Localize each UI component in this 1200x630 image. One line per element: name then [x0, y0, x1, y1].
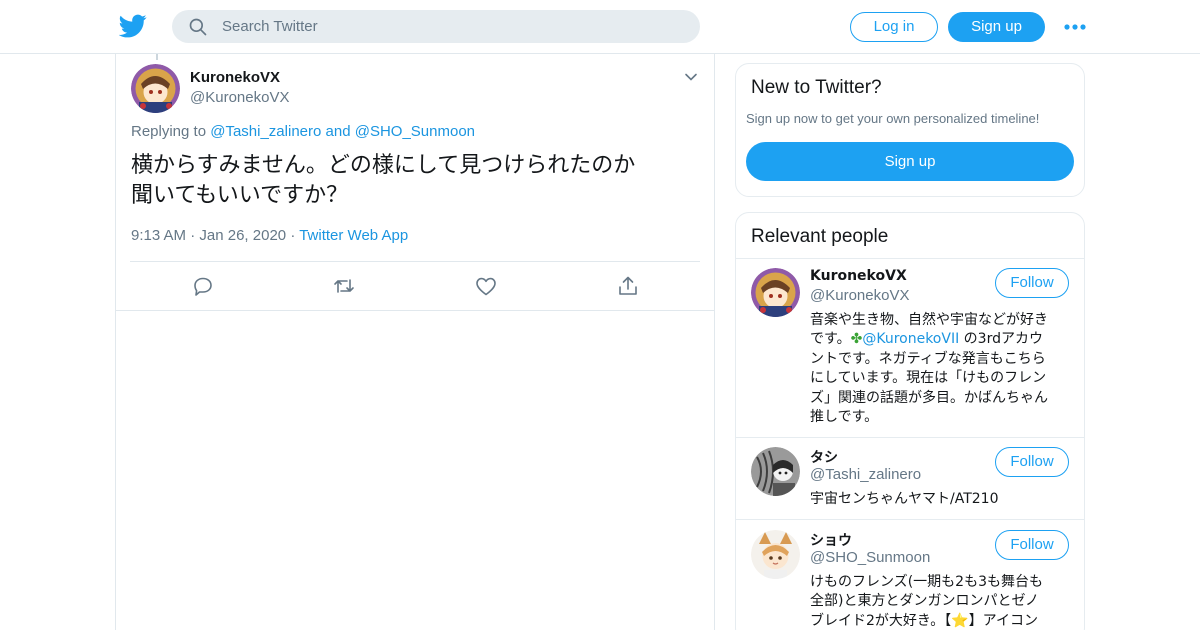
- divider: [736, 258, 1084, 259]
- like-icon[interactable]: [474, 274, 498, 298]
- follow-button[interactable]: Follow: [995, 268, 1069, 298]
- reply-mention-tashi[interactable]: @Tashi_zalinero: [210, 123, 321, 140]
- sidebar-signup-button[interactable]: Sign up: [746, 142, 1074, 181]
- tweet-text-line: 聞いてもいいですか？: [131, 183, 349, 208]
- tweet-text-line: 横からすみません。どの様にして見つけられたのか: [131, 153, 636, 178]
- twitter-bird-icon[interactable]: [119, 12, 147, 40]
- person-name[interactable]: タシ: [810, 447, 838, 467]
- chevron-down-icon[interactable]: [683, 69, 699, 85]
- bio-line: 推しです。: [810, 409, 879, 426]
- bio-line: けものフレンズ(一期も2も3も舞台も: [810, 574, 1043, 590]
- author-handle[interactable]: @KuronekoVX: [190, 89, 289, 106]
- search-box[interactable]: [172, 10, 700, 43]
- login-button[interactable]: Log in: [850, 12, 938, 42]
- tweet-source[interactable]: Twitter Web App: [299, 227, 408, 244]
- bio-line: ントです。ネガティブな発言もこちら: [810, 350, 1046, 367]
- follow-button[interactable]: Follow: [995, 530, 1069, 560]
- reply-icon[interactable]: [191, 274, 215, 298]
- avatar[interactable]: [751, 447, 800, 496]
- person-name[interactable]: KuronekoVX: [810, 268, 907, 284]
- bio-line: 音楽や生き物、自然や宇宙などが好き: [810, 312, 1048, 328]
- card-subtitle: Sign up now to get your own personalized…: [746, 111, 1040, 126]
- divider: [130, 261, 700, 262]
- relevant-people-card: Relevant people KuronekoVX @KuronekoVX F…: [735, 212, 1085, 630]
- avatar[interactable]: [751, 268, 800, 317]
- tweet-time[interactable]: 9:13 AM: [131, 227, 186, 244]
- avatar[interactable]: [131, 64, 180, 113]
- person-bio: 音楽や生き物、自然や宇宙などが好き です。✤@KuronekoVII の3rdア…: [810, 311, 1072, 427]
- tweet-date[interactable]: Jan 26, 2020: [199, 227, 286, 244]
- author-name[interactable]: KuronekoVX: [190, 69, 280, 86]
- replying-to: Replying to @Tashi_zalinero and @SHO_Sun…: [131, 123, 475, 140]
- bio-mention[interactable]: @KuronekoVII: [862, 331, 959, 347]
- more-dots-icon[interactable]: [1063, 15, 1087, 39]
- reply-and: and: [325, 123, 351, 140]
- bio-line: です。✤@KuronekoVII の3rdアカウ: [810, 330, 1072, 349]
- replying-prefix: Replying to: [131, 123, 207, 140]
- bio-line: ズ」関連の話題が多目。かばんちゃん: [810, 389, 1048, 406]
- main-column: KuronekoVX @KuronekoVX Replying to @Tash…: [115, 54, 715, 630]
- bio-line: にしています。現在は「けものフレン: [810, 370, 1047, 387]
- reply-mention-sho[interactable]: @SHO_Sunmoon: [355, 123, 475, 140]
- share-icon[interactable]: [616, 274, 640, 298]
- signup-button[interactable]: Sign up: [948, 12, 1045, 42]
- tweet-meta: 9:13 AM · Jan 26, 2020 · Twitter Web App: [131, 227, 408, 244]
- meta-separator: ·: [190, 227, 196, 244]
- follow-button[interactable]: Follow: [995, 447, 1069, 477]
- new-to-twitter-card: New to Twitter? Sign up now to get your …: [735, 63, 1085, 197]
- bio-line: 全部)と東方とダンガンロンパとゼノ: [810, 593, 1040, 610]
- person-bio: 宇宙センちゃんヤマト/AT210: [810, 490, 1072, 509]
- search-input[interactable]: [222, 10, 682, 43]
- card-title: New to Twitter?: [751, 77, 882, 98]
- clover-icon: ✤: [850, 331, 863, 348]
- bio-text: です。: [810, 331, 851, 348]
- divider: [736, 437, 1084, 438]
- retweet-icon[interactable]: [332, 274, 356, 298]
- person-bio: けものフレンズ(一期も2も3も舞台も 全部)と東方とダンガンロンパとゼノ ブレイ…: [810, 573, 1072, 630]
- tweet-text: 横からすみません。どの様にして見つけられたのか 聞いてもいいですか？: [131, 151, 691, 211]
- bio-text: の3rdアカウ: [959, 331, 1043, 348]
- person-handle[interactable]: @SHO_Sunmoon: [810, 549, 930, 566]
- bio-line: 宇宙センちゃんヤマト/AT210: [810, 491, 999, 507]
- top-bar: Log in Sign up: [0, 0, 1200, 54]
- card-title: Relevant people: [751, 226, 889, 247]
- divider: [736, 519, 1084, 520]
- person-handle[interactable]: @Tashi_zalinero: [810, 466, 921, 483]
- search-icon: [189, 18, 207, 36]
- meta-separator: ·: [290, 227, 296, 244]
- person-handle[interactable]: @KuronekoVX: [810, 287, 909, 304]
- avatar[interactable]: [751, 530, 800, 579]
- tweet: KuronekoVX @KuronekoVX Replying to @Tash…: [116, 54, 714, 311]
- bio-line: ブレイド2が大好き。【⭐】アイコン: [810, 612, 1038, 629]
- person-name[interactable]: ショウ: [810, 530, 852, 550]
